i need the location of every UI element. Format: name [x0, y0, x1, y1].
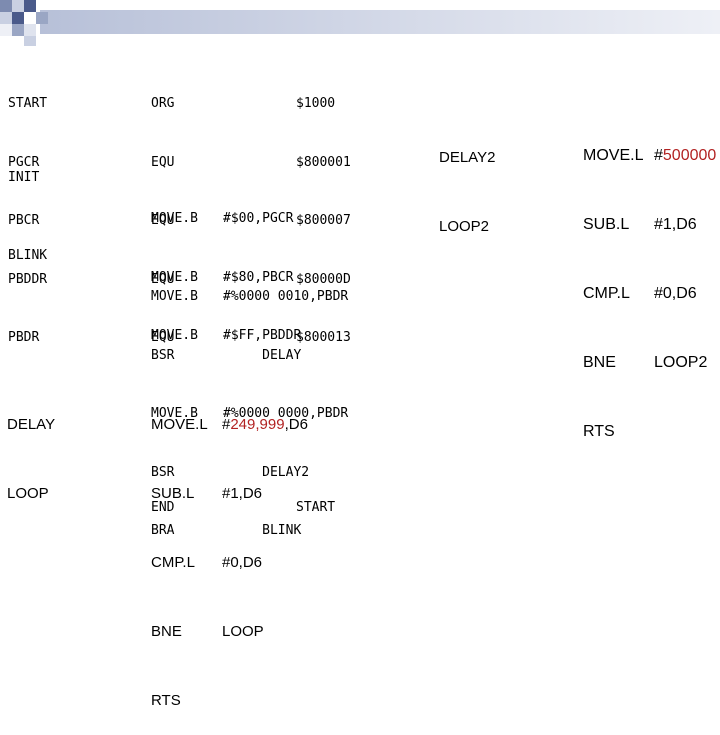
delay-ops: MOVE.L SUB.L CMP.L BNE RTS	[151, 367, 208, 735]
code-op: MOVE.B	[151, 211, 198, 226]
code-op: MOVE.B	[151, 289, 198, 304]
code-label: DELAY2	[439, 149, 496, 166]
code-op: MOVE.L	[151, 416, 208, 433]
code-operand: LOOP2	[654, 354, 708, 371]
code-operand: #0,D6	[654, 285, 697, 302]
code-label: INIT	[8, 170, 40, 185]
slide-header-decoration	[0, 0, 720, 46]
code-operand: LOOP	[222, 623, 264, 640]
code-op: SUB.L	[583, 216, 630, 233]
delay-labels: DELAY LOOP	[7, 367, 55, 528]
code-operand: #1,D6	[654, 216, 697, 233]
code-operand-count: #500000	[654, 144, 720, 167]
code-op: MOVE.L	[583, 147, 644, 164]
code-op: BNE	[583, 354, 616, 371]
code-operand: $1000	[296, 96, 336, 111]
code-label: BLINK	[8, 248, 48, 263]
highlighted-count: 500000	[662, 147, 717, 164]
operand-prefix: #	[654, 147, 663, 164]
code-operand: #$00,PGCR	[223, 211, 294, 226]
code-label: LOOP2	[439, 218, 490, 235]
code-label: LOOP	[7, 485, 49, 502]
code-op: CMP.L	[151, 554, 195, 571]
code-label: PBDDR	[8, 271, 48, 287]
operand-suffix: ,D6	[284, 416, 308, 433]
code-op: BSR	[151, 347, 175, 363]
equate-labels: START PGCR PBCR PBDDR PBDR	[8, 55, 47, 367]
delay2-ops: MOVE.L SUB.L CMP.L BNE RTS	[583, 98, 643, 466]
code-operand: $800007	[296, 213, 351, 228]
delay2-operands: #500000 #1,D6 #0,D6 LOOP2	[654, 98, 720, 397]
delay2-labels: DELAY2 LOOP2	[439, 100, 495, 261]
code-operand-count: #249,999,D6	[222, 413, 308, 436]
code-label: PBCR	[8, 213, 40, 228]
code-op: END	[151, 500, 175, 515]
code-operand: #0,D6	[222, 554, 263, 571]
code-label: START	[8, 96, 48, 111]
code-op: RTS	[151, 692, 181, 709]
code-op: ORG	[151, 96, 175, 111]
highlighted-count: 249,999	[230, 416, 285, 433]
code-label: PBDR	[8, 330, 40, 345]
code-operand: START	[296, 500, 336, 515]
code-operand: #%0000 0010,PBDR	[223, 289, 349, 304]
code-op: CMP.L	[583, 285, 630, 302]
code-op: BNE	[151, 623, 182, 640]
code-op: RTS	[583, 423, 615, 440]
delay-operands: #249,999,D6 #1,D6 #0,D6 LOOP	[222, 367, 308, 666]
code-label: DELAY	[7, 416, 56, 433]
code-operand: $800001	[296, 154, 351, 170]
code-operand: DELAY	[223, 347, 302, 363]
